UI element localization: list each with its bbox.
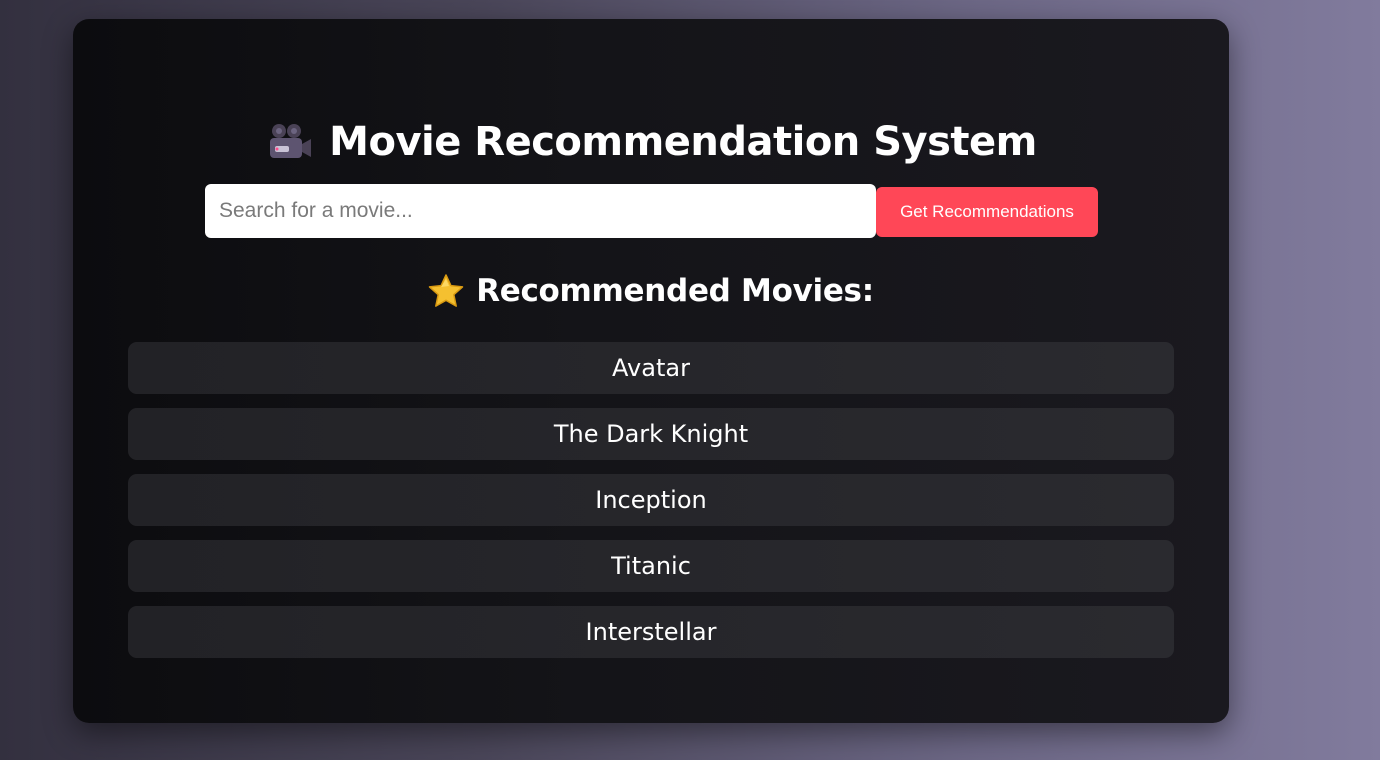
movie-item-titanic[interactable]: Titanic	[128, 540, 1174, 592]
get-recommendations-button[interactable]: Get Recommendations	[876, 187, 1098, 237]
results-heading-text: Recommended Movies:	[476, 273, 874, 309]
page-title-text: Movie Recommendation System	[329, 119, 1037, 165]
search-bar: Get Recommendations	[205, 184, 1098, 238]
results-heading: Recommended Movies:	[73, 269, 1229, 313]
movie-list: Avatar The Dark Knight Inception Titanic…	[128, 342, 1174, 672]
star-icon	[428, 273, 464, 309]
movie-item-the-dark-knight[interactable]: The Dark Knight	[128, 408, 1174, 460]
movie-item-avatar[interactable]: Avatar	[128, 342, 1174, 394]
page-title: Movie Recommendation System	[73, 111, 1229, 173]
movie-camera-icon	[265, 122, 313, 162]
search-input[interactable]	[205, 184, 876, 238]
movie-item-inception[interactable]: Inception	[128, 474, 1174, 526]
main-card: Movie Recommendation System Get Recommen…	[73, 19, 1229, 723]
movie-item-interstellar[interactable]: Interstellar	[128, 606, 1174, 658]
